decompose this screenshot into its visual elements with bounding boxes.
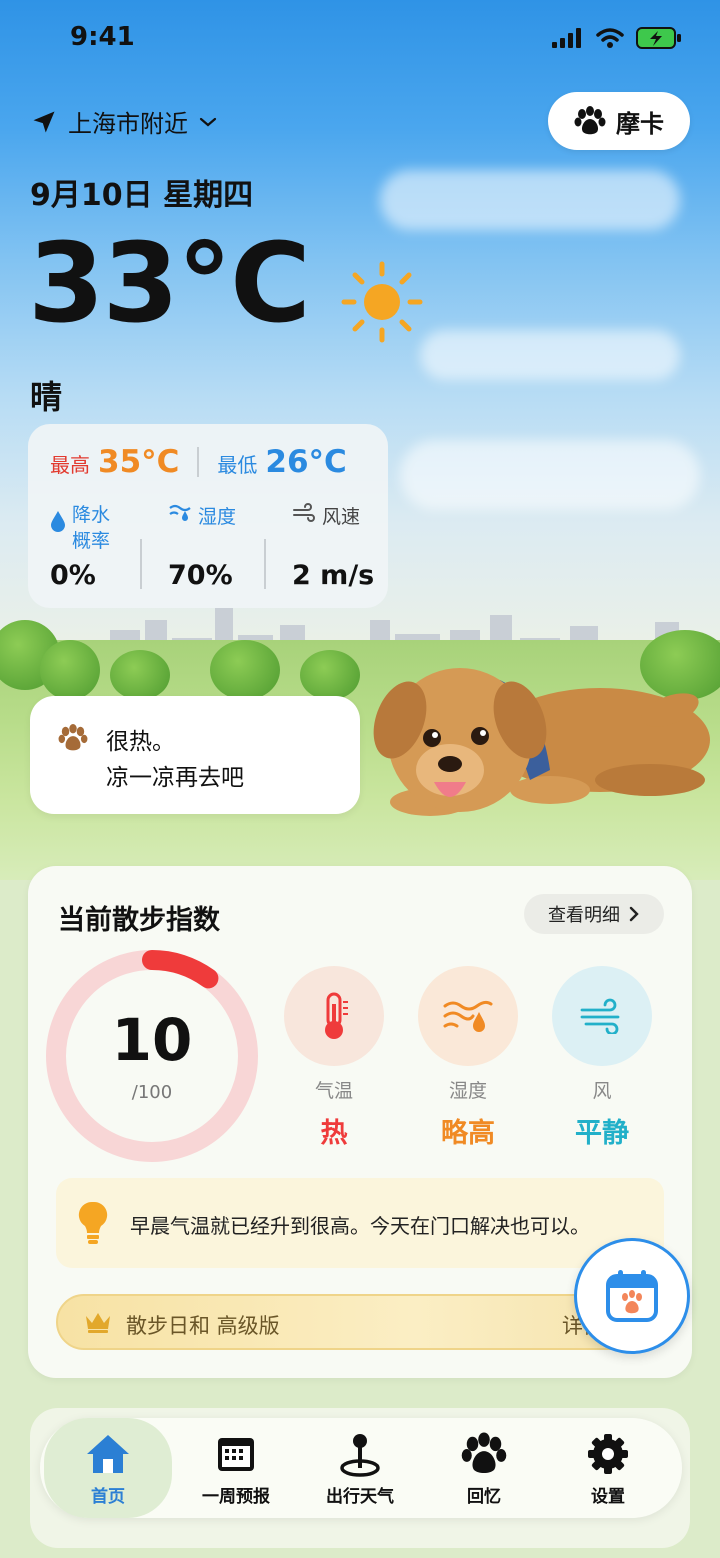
calendar-icon <box>218 1438 254 1471</box>
factor-wind-name: 风 <box>592 1080 612 1102</box>
message-line-2: 凉一凉再去吧 <box>106 765 244 791</box>
walk-tip-text: 早晨气温就已经升到很高。今天在门口解决也可以。 <box>130 1214 590 1238</box>
wind-stat: 风速 2 m/s <box>292 502 374 591</box>
tab-weekly-forecast-label: 一周预报 <box>202 1487 270 1507</box>
wind-icon <box>293 503 315 522</box>
walk-score-max: /100 <box>131 1082 173 1103</box>
divider <box>197 447 200 477</box>
walk-index-title: 当前散步指数 <box>58 905 220 936</box>
high-label: 最高 <box>50 453 90 477</box>
wifi-icon <box>596 28 624 48</box>
location-pin-icon <box>340 1434 380 1477</box>
divider <box>140 539 142 589</box>
thermometer-icon <box>325 992 348 1039</box>
factor-humidity-name: 湿度 <box>448 1080 487 1102</box>
current-date: 9月10日 星期四 <box>30 178 254 213</box>
tab-memories[interactable]: 回忆 <box>420 1418 548 1518</box>
factor-temperature-circle <box>284 966 384 1066</box>
factor-temperature-level: 热 <box>320 1118 348 1149</box>
wind-value: 2 m/s <box>292 560 375 591</box>
paw-calendar-icon <box>606 1270 658 1322</box>
cloud <box>420 330 680 380</box>
puppy-illustration <box>373 668 710 816</box>
high-low-row: 最高 35°C 最低 26°C <box>50 444 347 480</box>
battery-icon <box>636 27 681 49</box>
pet-message-bubble: 很热。 凉一凉再去吧 <box>30 696 360 814</box>
bottom-tab-bar: 首页 一周预报 出行天气 回忆 设置 <box>40 1418 682 1518</box>
tree <box>210 640 280 700</box>
factor-wind-level: 平静 <box>575 1118 629 1149</box>
cloud <box>400 440 700 510</box>
high-value: 35°C <box>98 444 180 480</box>
current-temperature: 33°C <box>28 219 311 347</box>
home-icon <box>87 1435 129 1473</box>
low-label: 最低 <box>217 453 258 477</box>
premium-banner[interactable]: 散步日和 高级版 详情 <box>56 1294 656 1350</box>
chevron-right-icon <box>629 906 639 922</box>
tree <box>40 640 100 700</box>
paw-icon <box>461 1432 507 1474</box>
weather-stats-card: 最高 35°C 最低 26°C 降水 概率 0% 湿度 70% 风速 2 m/s <box>28 424 388 608</box>
view-details-label: 查看明细 <box>548 905 620 926</box>
divider <box>264 539 266 589</box>
factor-humidity[interactable]: 湿度 略高 <box>418 966 518 1150</box>
tab-memories-label: 回忆 <box>467 1487 501 1507</box>
status-bar: 9:41 <box>0 0 720 80</box>
gear-icon <box>588 1434 628 1474</box>
signal-icon <box>552 28 581 48</box>
wind-header: 风速 <box>292 502 360 529</box>
crown-icon <box>86 1313 110 1333</box>
premium-label: 散步日和 高级版 <box>126 1314 280 1338</box>
precipitation-label-line2: 概率 <box>72 530 111 552</box>
pet-name: 摩卡 <box>616 109 664 138</box>
factor-humidity-circle <box>418 966 518 1066</box>
chevron-down-icon <box>199 117 217 126</box>
tab-home-label: 首页 <box>91 1487 125 1507</box>
factor-wind[interactable]: 风 平静 <box>552 966 652 1150</box>
location-selector[interactable]: 上海市附近 <box>30 104 218 139</box>
paw-icon <box>58 724 88 751</box>
factor-humidity-level: 略高 <box>441 1118 495 1149</box>
humidity-value: 70% <box>168 560 233 591</box>
factor-temperature-name: 气温 <box>314 1080 353 1102</box>
precipitation-label: 降水 概率 <box>72 502 110 554</box>
humidity-icon <box>443 1000 493 1032</box>
location-label: 上海市附近 <box>68 110 188 138</box>
navigation-arrow-icon <box>33 111 55 132</box>
pet-profile-button[interactable]: 摩卡 <box>548 92 690 150</box>
cloud <box>380 170 680 230</box>
status-time: 9:41 <box>70 22 135 52</box>
tab-travel-weather-label: 出行天气 <box>326 1487 394 1507</box>
precipitation-label-line1: 降水 <box>72 504 111 526</box>
humidity-header: 湿度 <box>168 502 236 529</box>
lightbulb-icon <box>78 1201 108 1244</box>
humidity-label: 湿度 <box>198 506 237 528</box>
tab-settings[interactable]: 设置 <box>544 1418 672 1518</box>
humidity-icon <box>169 504 191 521</box>
weather-condition: 晴 <box>30 378 63 416</box>
tree <box>110 650 170 700</box>
message-line-1: 很热。 <box>106 729 175 755</box>
sunny-icon <box>341 261 423 343</box>
factor-wind-circle <box>552 966 652 1066</box>
precipitation-value: 0% <box>50 560 96 591</box>
low-value: 26°C <box>265 444 347 480</box>
raindrop-icon <box>51 511 65 532</box>
walk-score-value: 10 <box>111 1006 193 1074</box>
paw-icon <box>574 106 606 135</box>
wind-label: 风速 <box>322 506 361 528</box>
humidity-stat: 湿度 70% <box>168 502 236 591</box>
view-details-button[interactable]: 查看明细 <box>524 894 664 934</box>
status-icons <box>552 26 682 50</box>
precipitation-stat: 降水 概率 0% <box>50 502 110 591</box>
walk-calendar-fab[interactable] <box>574 1238 690 1354</box>
walk-tip: 早晨气温就已经升到很高。今天在门口解决也可以。 <box>56 1178 664 1268</box>
tab-weekly-forecast[interactable]: 一周预报 <box>172 1418 300 1518</box>
tab-settings-label: 设置 <box>591 1487 625 1507</box>
wind-icon <box>580 998 620 1034</box>
tab-home[interactable]: 首页 <box>44 1418 172 1518</box>
precipitation-header: 降水 概率 <box>50 502 110 554</box>
factor-temperature[interactable]: 气温 热 <box>284 966 384 1150</box>
tab-travel-weather[interactable]: 出行天气 <box>296 1418 424 1518</box>
